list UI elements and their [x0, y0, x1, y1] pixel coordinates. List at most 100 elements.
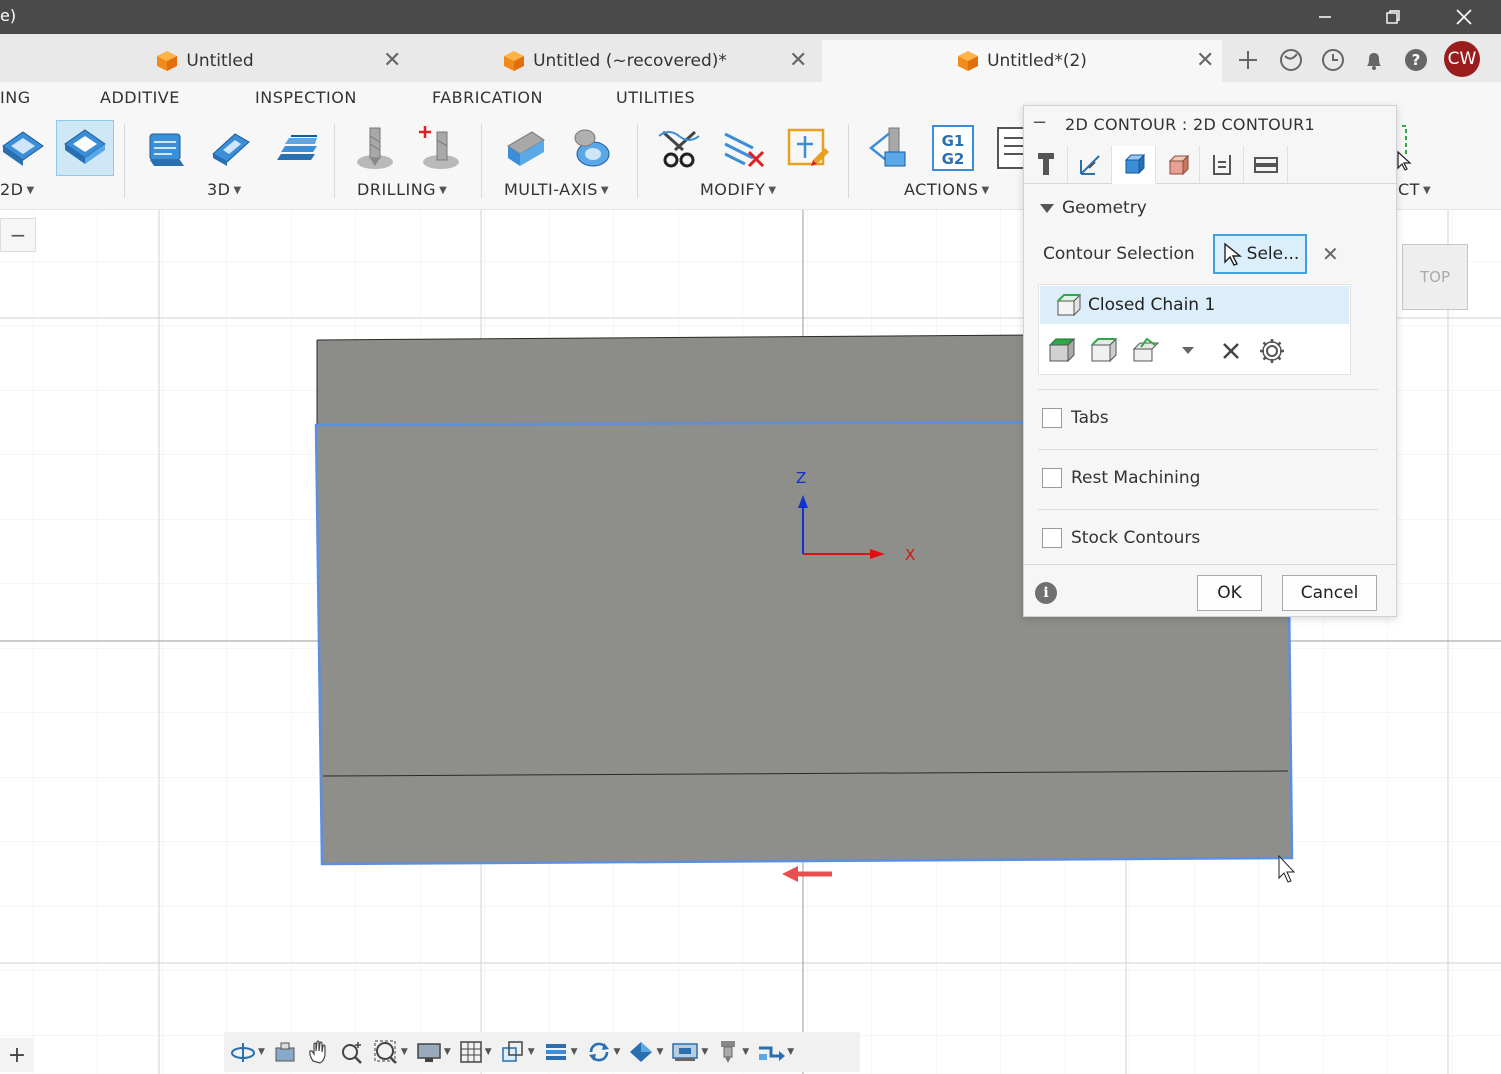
help-icon[interactable]: ? — [1400, 44, 1432, 76]
multi-axis-contour-tool[interactable] — [562, 120, 620, 176]
tab-untitled-recovered[interactable]: Untitled (~recovered)* ✕ — [410, 40, 820, 82]
machine-display-tool[interactable]: ▼ — [671, 1040, 708, 1064]
info-icon[interactable]: i — [1035, 582, 1057, 604]
group-actions[interactable]: ACTIONS ▼ — [904, 180, 990, 199]
zoom-window-icon — [374, 1040, 397, 1064]
stock-contours-checkbox[interactable] — [1042, 528, 1062, 548]
chain-settings-gear-icon[interactable] — [1258, 337, 1286, 365]
3d-steep-shallow-tool[interactable] — [266, 120, 324, 176]
tab-geometry-xy[interactable] — [1068, 146, 1112, 184]
list-item[interactable]: Closed Chain 1 — [1040, 286, 1349, 324]
dialog-title: 2D CONTOUR : 2D CONTOUR1 — [1065, 115, 1315, 134]
tab-label: Untitled — [186, 51, 254, 71]
stock-contours-label: Stock Contours — [1071, 528, 1201, 548]
group-drilling[interactable]: DRILLING ▼ — [357, 180, 447, 199]
group-select[interactable]: CT ▼ — [1398, 180, 1431, 199]
zoom-tool[interactable] — [339, 1039, 365, 1065]
viewports-tool[interactable]: ▼ — [500, 1039, 535, 1065]
toolpath-display-tool[interactable]: ▼ — [757, 1040, 794, 1064]
orbit-tool[interactable]: ▼ — [230, 1040, 265, 1064]
ok-button[interactable]: OK — [1197, 575, 1262, 611]
tab-label: Untitled (~recovered)* — [533, 51, 727, 71]
tab-close-icon[interactable]: ✕ — [383, 48, 401, 73]
new-tab-plus-icon[interactable] — [1232, 44, 1264, 76]
ribbon-tab-fabrication[interactable]: FABRICATION — [432, 88, 543, 107]
pan-tool[interactable] — [305, 1039, 331, 1065]
3d-pocket-clearing-tool[interactable] — [200, 120, 258, 176]
grid-snaps-tool[interactable]: ▼ — [459, 1040, 492, 1064]
chain-options-dropdown-icon[interactable] — [1181, 345, 1195, 355]
ribbon-tab-milling[interactable]: ING — [0, 88, 31, 107]
tab-close-icon[interactable]: ✕ — [1196, 48, 1214, 73]
trim-toolpath-scissors-tool[interactable] — [650, 120, 708, 176]
look-at-tool[interactable] — [273, 1040, 297, 1064]
geometry-tab-icon — [1124, 153, 1145, 175]
tab-passes[interactable] — [1200, 146, 1244, 184]
tabs-checkbox[interactable] — [1042, 408, 1062, 428]
restore-icon[interactable] — [1370, 0, 1416, 34]
minimize-icon[interactable] — [1302, 0, 1348, 34]
tab-tool[interactable] — [1024, 146, 1068, 184]
group-2d[interactable]: 2D ▼ — [0, 180, 35, 199]
geometry-section-header[interactable]: Geometry — [1040, 198, 1147, 218]
add-comment-button[interactable]: + — [0, 1038, 34, 1072]
rest-machining-checkbox[interactable] — [1042, 468, 1062, 488]
tab-geometry[interactable] — [1112, 146, 1156, 184]
geometry-section-title: Geometry — [1062, 198, 1147, 218]
post-process-g1g2-tool[interactable]: G1 G2 — [924, 120, 982, 176]
close-icon[interactable] — [1441, 0, 1487, 34]
job-status-icon[interactable] — [1317, 44, 1349, 76]
2d-contour-tool[interactable] — [56, 120, 114, 176]
tab-untitled[interactable]: Untitled ✕ — [0, 40, 410, 82]
online-status-icon[interactable] — [1275, 44, 1307, 76]
section-analysis-tool[interactable]: ▼ — [543, 1040, 578, 1064]
dialog-collapse-button[interactable]: − — [1032, 112, 1047, 133]
swarf-tool[interactable] — [497, 120, 555, 176]
cursor-arrow-icon — [1223, 242, 1242, 266]
simulate-tool[interactable] — [862, 120, 920, 176]
browser-collapse-button[interactable]: − — [0, 218, 36, 252]
tool-display-tool[interactable]: ▼ — [716, 1039, 749, 1065]
ribbon-tab-utilities[interactable]: UTILITIES — [616, 88, 695, 107]
delete-toolpath-tool[interactable] — [714, 120, 772, 176]
user-avatar[interactable]: CW — [1444, 41, 1480, 77]
tab-untitled-2[interactable]: Untitled*(2) ✕ — [822, 40, 1222, 82]
cancel-button[interactable]: Cancel — [1282, 575, 1377, 611]
tabs-checkbox-row[interactable]: Tabs — [1042, 408, 1109, 428]
stock-contours-checkbox-row[interactable]: Stock Contours — [1042, 528, 1200, 548]
group-3d[interactable]: 3D ▼ — [207, 180, 242, 199]
tab-linking[interactable] — [1244, 146, 1288, 184]
group-multi-axis[interactable]: MULTI-AXIS ▼ — [504, 180, 609, 199]
view-cube[interactable]: TOP — [1402, 244, 1468, 310]
drill-tool[interactable] — [346, 120, 404, 176]
3d-adaptive-clearing-tool[interactable] — [137, 120, 195, 176]
tab-close-icon[interactable]: ✕ — [789, 48, 807, 73]
tool-tab-icon — [1037, 153, 1054, 175]
g2-text: G2 — [942, 150, 965, 168]
add-partial-chain-icon[interactable] — [1131, 335, 1161, 365]
2d-adaptive-tool[interactable] — [0, 120, 52, 176]
svg-text:?: ? — [1412, 51, 1421, 69]
add-chain-icon[interactable] — [1047, 335, 1077, 365]
ribbon-tab-additive[interactable]: ADDITIVE — [100, 88, 180, 107]
contour-select-button[interactable]: Sele... — [1213, 234, 1307, 274]
remove-chain-icon[interactable] — [1221, 341, 1241, 361]
display-settings-tool[interactable]: ▼ — [416, 1040, 451, 1064]
tab-heights[interactable] — [1156, 146, 1200, 184]
refresh-tool[interactable]: ▼ — [586, 1039, 620, 1065]
add-face-chain-icon[interactable] — [1089, 335, 1119, 365]
dialog-header: − 2D CONTOUR : 2D CONTOUR1 — [1024, 106, 1396, 144]
rest-machining-checkbox-row[interactable]: Rest Machining — [1042, 468, 1200, 488]
ribbon-tab-inspection[interactable]: INSPECTION — [255, 88, 357, 107]
group-modify[interactable]: MODIFY ▼ — [700, 180, 777, 199]
notifications-bell-icon[interactable] — [1358, 44, 1390, 76]
hole-recognition-tool[interactable] — [410, 120, 468, 176]
ribbon-separator — [481, 124, 482, 198]
edit-notes-tool[interactable] — [778, 120, 836, 176]
stock-top-face[interactable] — [317, 335, 1040, 425]
clear-selection-icon[interactable]: ✕ — [1322, 242, 1339, 266]
linking-tab-icon — [1253, 157, 1278, 173]
stock-display-tool[interactable]: ▼ — [628, 1040, 663, 1064]
fit-window-tool[interactable]: ▼ — [373, 1039, 408, 1065]
navigation-toolbar: ▼ ▼ ▼ ▼ ▼ ▼ ▼ ▼ ▼ ▼ ▼ — [224, 1032, 860, 1072]
